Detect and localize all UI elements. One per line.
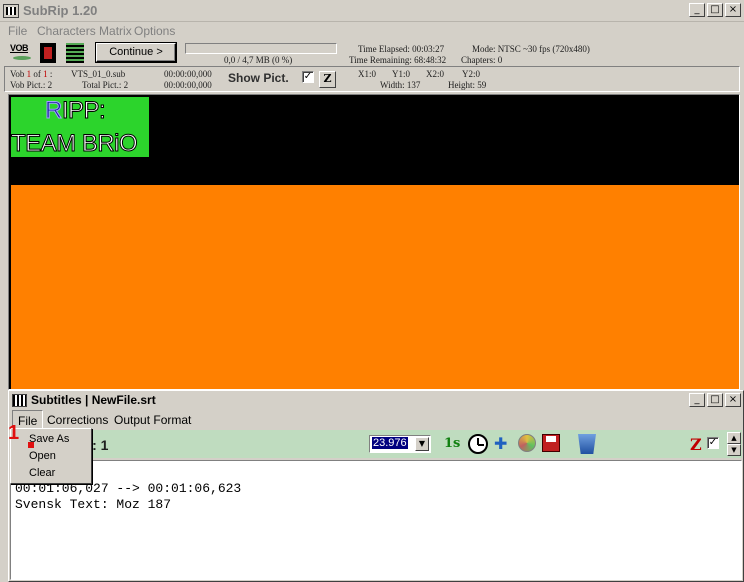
y2-coord: Y2:0 bbox=[462, 69, 480, 79]
subtitle-image-line1: RIPP: bbox=[45, 97, 107, 125]
sub-minimize-button[interactable]: _ bbox=[689, 393, 705, 407]
maximize-button[interactable]: □ bbox=[707, 3, 723, 17]
progress-text: 0,0 / 4,7 MB (0 %) bbox=[224, 55, 293, 65]
sub-close-button[interactable]: × bbox=[725, 393, 741, 407]
width-info: Width: 137 bbox=[380, 80, 421, 90]
video-preview: RIPP: TEAM BRiO bbox=[8, 94, 740, 390]
subtitle-image-ipp: IPP: bbox=[61, 97, 106, 125]
vob-of: of bbox=[33, 69, 41, 79]
subtitles-window: Subtitles | NewFile.srt _ □ × File Corre… bbox=[8, 390, 744, 582]
show-pict-checkbox[interactable]: ✓ bbox=[302, 71, 314, 83]
save-icon[interactable] bbox=[542, 434, 560, 452]
show-pict-label: Show Pict. bbox=[228, 71, 289, 85]
preview-orange-area bbox=[11, 185, 739, 389]
film-icon[interactable] bbox=[40, 43, 56, 63]
cd-icon[interactable] bbox=[518, 434, 536, 452]
menu-item-open[interactable]: Open bbox=[29, 450, 56, 462]
vob-total: 1 bbox=[43, 69, 48, 79]
subtitle-editor[interactable]: 00:01:06,027 --> 00:01:06,623 Svensk Text… bbox=[10, 460, 742, 580]
puzzle-icon[interactable]: ✚ bbox=[494, 434, 512, 454]
menu-item-clear[interactable]: Clear bbox=[29, 467, 55, 479]
vob-prefix: Vob bbox=[10, 69, 25, 79]
file-dropdown-menu: Save As Open Clear bbox=[10, 428, 92, 484]
y1-coord: Y1:0 bbox=[392, 69, 410, 79]
minimize-button[interactable]: _ bbox=[689, 3, 705, 17]
z-icon[interactable]: Z bbox=[690, 435, 702, 454]
subrip-app-icon[interactable] bbox=[3, 4, 19, 18]
subtitles-window-title: Subtitles | NewFile.srt bbox=[31, 393, 156, 407]
subtitle-image-line2: TEAM BRiO bbox=[10, 130, 138, 158]
editor-line-text: Svensk Text: Moz 187 bbox=[15, 497, 172, 512]
menu-characters-matrix[interactable]: Characters Matrix bbox=[37, 24, 132, 38]
vob-pict: Vob Pict.: 2 bbox=[10, 80, 53, 90]
subtitles-menu-bar: File Corrections Output Format bbox=[9, 410, 743, 430]
time-elapsed: Time Elapsed: 00:03:27 bbox=[358, 44, 445, 54]
subtitle-image-r: R bbox=[45, 97, 63, 125]
progress-bar bbox=[185, 43, 337, 54]
close-button[interactable]: × bbox=[725, 3, 741, 17]
menu-item-save-as[interactable]: Save As bbox=[29, 433, 69, 445]
main-menu-bar: File Characters Matrix Options bbox=[0, 22, 744, 40]
subtitles-window-icon[interactable] bbox=[12, 394, 27, 407]
step-marker: 1 bbox=[8, 422, 20, 444]
chevron-down-icon[interactable]: ▼ bbox=[415, 437, 429, 451]
chapters-info: Chapters: 0 bbox=[461, 55, 503, 65]
menu-options[interactable]: Options bbox=[134, 24, 175, 38]
time-remaining: Time Remaining: 68:48:32 bbox=[349, 55, 447, 65]
main-title-bar: SubRip 1.20 _ □ × bbox=[0, 0, 744, 22]
spin-up-icon[interactable]: ▲ bbox=[727, 432, 741, 444]
window-title: SubRip 1.20 bbox=[23, 3, 98, 18]
mode-info: Mode: NTSC ~30 fps (720x480) bbox=[472, 44, 590, 54]
total-pict: Total Pict.: 2 bbox=[82, 80, 129, 90]
trash-icon[interactable] bbox=[578, 434, 596, 454]
menu-file[interactable]: File bbox=[8, 24, 27, 38]
x1-coord: X1:0 bbox=[358, 69, 376, 79]
x2-coord: X2:0 bbox=[426, 69, 444, 79]
one-second-icon[interactable]: 1s bbox=[444, 434, 462, 454]
sub-maximize-button[interactable]: □ bbox=[707, 393, 723, 407]
sub-menu-output-format[interactable]: Output Format bbox=[114, 413, 191, 427]
z-button[interactable]: Z bbox=[319, 71, 336, 88]
fps-value: 23.976 bbox=[372, 437, 408, 449]
subtitles-toolbar: dex: 1 23.976 ▼ 1s ✚ Z ✓ ▲ ▼ bbox=[10, 430, 742, 458]
sub-menu-corrections[interactable]: Corrections bbox=[47, 413, 108, 427]
spin-down-icon[interactable]: ▼ bbox=[727, 444, 741, 456]
clock-icon[interactable] bbox=[468, 434, 488, 454]
height-info: Height: 59 bbox=[448, 80, 487, 90]
step-marker-dot bbox=[28, 442, 34, 448]
z-checkbox[interactable]: ✓ bbox=[707, 437, 719, 449]
time-end: 00:00:00,000 bbox=[164, 80, 212, 90]
continue-button[interactable]: Continue > bbox=[96, 43, 176, 62]
vts-file: VTS_01_0.sub bbox=[71, 69, 126, 79]
vob-index: Vob 1 of 1 : bbox=[10, 69, 53, 79]
vob-icon[interactable]: VOB bbox=[10, 43, 36, 63]
subtitles-title-bar: Subtitles | NewFile.srt _ □ × bbox=[9, 391, 743, 410]
time-start: 00:00:00,000 bbox=[164, 69, 212, 79]
editor-line-timecode: 00:01:06,027 --> 00:01:06,623 bbox=[15, 481, 242, 496]
vob-number: 1 bbox=[26, 69, 32, 79]
index-spinner[interactable]: ▲ ▼ bbox=[727, 432, 741, 456]
fps-select[interactable]: 23.976 ▼ bbox=[369, 435, 431, 453]
matrix-icon[interactable] bbox=[66, 43, 84, 63]
